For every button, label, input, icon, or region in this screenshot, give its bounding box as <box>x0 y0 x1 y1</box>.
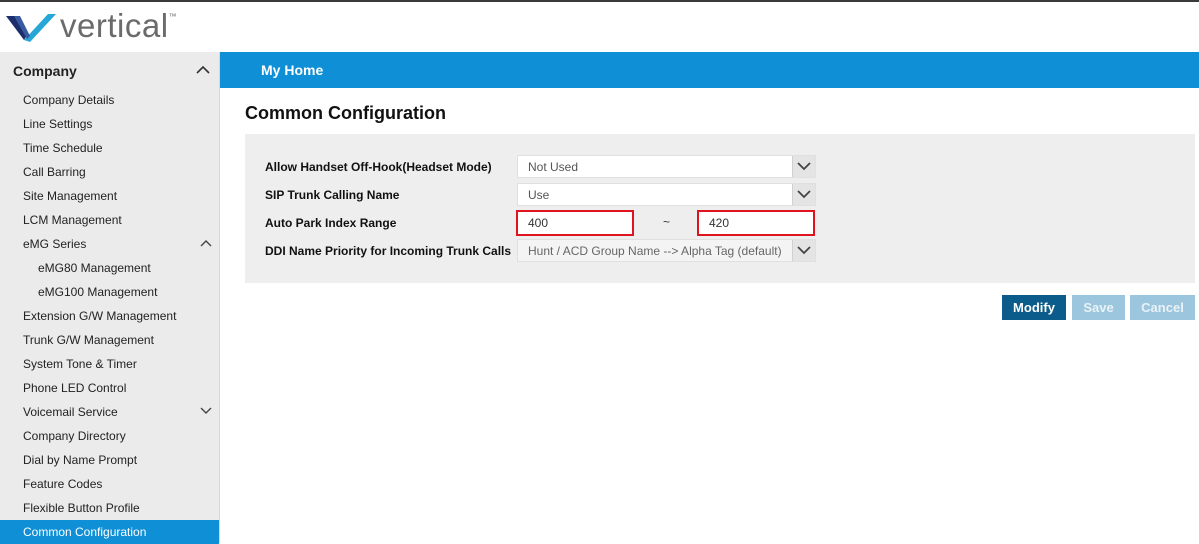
dropdown-button[interactable] <box>792 184 815 205</box>
sidebar-item-common-configuration[interactable]: Common Configuration <box>0 520 219 544</box>
sidebar-item-system-tone-timer[interactable]: System Tone & Timer <box>0 352 219 376</box>
sidebar-item-label: Extension G/W Management <box>23 309 177 323</box>
sidebar-item-label: eMG100 Management <box>38 285 158 299</box>
auto-park-range-from-input[interactable] <box>518 212 632 234</box>
sidebar-item-label: Voicemail Service <box>23 405 118 419</box>
sidebar-item-label: Dial by Name Prompt <box>23 453 138 467</box>
page-title: Common Configuration <box>245 103 446 123</box>
my-home-link[interactable]: My Home <box>261 62 323 78</box>
sidebar-item-label: Company Details <box>23 93 115 107</box>
sidebar-item-dial-by-name-prompt[interactable]: Dial by Name Prompt <box>0 448 219 472</box>
sidebar-item-label: eMG Series <box>23 237 87 251</box>
sidebar-item-flexible-button-profile[interactable]: Flexible Button Profile <box>0 496 219 520</box>
sidebar-item-company-directory[interactable]: Company Directory <box>0 424 219 448</box>
sidebar-item-phone-led-control[interactable]: Phone LED Control <box>0 376 219 400</box>
sidebar-item-voicemail-service[interactable]: Voicemail Service <box>0 400 219 424</box>
chevron-up-icon[interactable] <box>200 239 212 247</box>
auto-park-range-to-field[interactable] <box>697 210 815 236</box>
row-label-ddi-name-priority: DDI Name Priority for Incoming Trunk Cal… <box>265 244 512 258</box>
chevron-down-icon <box>797 190 811 199</box>
sidebar-item-label: eMG80 Management <box>38 261 151 275</box>
header: vertical ™ <box>0 2 1199 52</box>
sidebar-item-company-details[interactable]: Company Details <box>0 88 219 112</box>
sidebar-item-trunk-g-w-management[interactable]: Trunk G/W Management <box>0 328 219 352</box>
sidebar-item-label: Site Management <box>23 189 118 203</box>
sidebar-item-emg80-management[interactable]: eMG80 Management <box>0 256 219 280</box>
select-value: Not Used <box>528 160 579 174</box>
sidebar-item-label: Feature Codes <box>23 477 103 491</box>
sidebar-item-emg-series[interactable]: eMG Series <box>0 232 219 256</box>
sidebar-item-extension-g-w-management[interactable]: Extension G/W Management <box>0 304 219 328</box>
auto-park-range-to-input[interactable] <box>699 212 813 234</box>
logo-trademark: ™ <box>168 12 177 21</box>
sidebar-section-company[interactable]: Company <box>0 52 219 90</box>
sidebar-item-label: Time Schedule <box>23 141 103 155</box>
sidebar-item-label: Phone LED Control <box>23 381 127 395</box>
sidebar-item-line-settings[interactable]: Line Settings <box>0 112 219 136</box>
sidebar-item-label: Common Configuration <box>23 525 147 539</box>
auto-park-range-from-field[interactable] <box>516 210 634 236</box>
save-button[interactable]: Save <box>1072 295 1125 320</box>
sip-trunk-calling-name-select[interactable]: Use <box>517 183 816 206</box>
ddi-name-priority-select[interactable]: Hunt / ACD Group Name --> Alpha Tag (def… <box>517 239 816 262</box>
sidebar: Company Company Details Line Settings Time… <box>0 52 220 544</box>
sidebar-item-feature-codes[interactable]: Feature Codes <box>0 472 219 496</box>
sidebar-item-site-management[interactable]: Site Management <box>0 184 219 208</box>
range-separator: ~ <box>663 215 671 229</box>
modify-button[interactable]: Modify <box>1002 295 1066 320</box>
sidebar-item-label: LCM Management <box>23 213 122 227</box>
chevron-up-icon[interactable] <box>196 65 210 74</box>
sidebar-item-emg100-management[interactable]: eMG100 Management <box>0 280 219 304</box>
dropdown-button[interactable] <box>792 156 815 177</box>
handset-off-hook-select[interactable]: Not Used <box>517 155 816 178</box>
sidebar-item-label: Call Barring <box>23 165 86 179</box>
sidebar-item-label: Company Directory <box>23 429 126 443</box>
sidebar-item-label: Trunk G/W Management <box>23 333 154 347</box>
chevron-down-icon <box>797 162 811 171</box>
top-nav-bar: My Home <box>220 52 1199 88</box>
vertical-logo[interactable]: vertical ™ <box>4 7 177 46</box>
sidebar-item-label: System Tone & Timer <box>23 357 137 371</box>
sidebar-item-call-barring[interactable]: Call Barring <box>0 160 219 184</box>
sidebar-item-label: Flexible Button Profile <box>23 501 140 515</box>
chevron-down-icon <box>797 246 811 255</box>
row-label-auto-park-index-range: Auto Park Index Range <box>265 216 397 230</box>
dropdown-button[interactable] <box>792 240 815 261</box>
sidebar-item-label: Line Settings <box>23 117 93 131</box>
chevron-down-icon[interactable] <box>200 407 212 415</box>
sidebar-section-title: Company <box>13 63 77 79</box>
sidebar-item-time-schedule[interactable]: Time Schedule <box>0 136 219 160</box>
logo-check-icon <box>6 14 56 42</box>
row-label-sip-trunk-calling-name: SIP Trunk Calling Name <box>265 188 400 202</box>
select-value: Hunt / ACD Group Name --> Alpha Tag (def… <box>528 244 782 258</box>
cancel-button[interactable]: Cancel <box>1130 295 1195 320</box>
logo-text: vertical <box>60 7 169 44</box>
sidebar-item-lcm-management[interactable]: LCM Management <box>0 208 219 232</box>
row-label-handset-off-hook: Allow Handset Off-Hook(Headset Mode) <box>265 160 492 174</box>
select-value: Use <box>528 188 550 202</box>
